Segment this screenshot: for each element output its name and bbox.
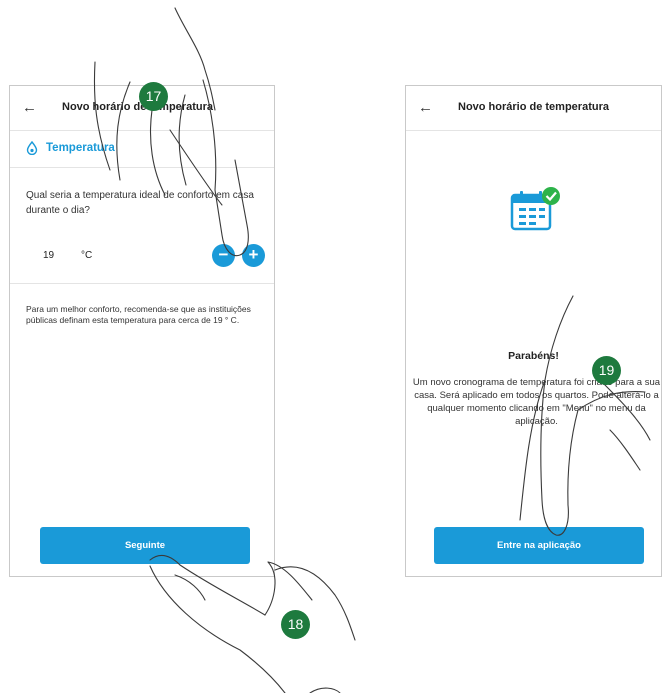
decrease-temperature-button[interactable]: − — [212, 244, 235, 267]
increase-temperature-button[interactable]: + — [242, 244, 265, 267]
back-arrow-icon[interactable]: ← — [22, 100, 37, 115]
page-title: Novo horário de temperatura — [458, 101, 609, 113]
screen-temperature-setup: ← Novo horário de temperatura Temperatur… — [9, 85, 275, 577]
divider — [10, 283, 274, 284]
enter-app-button[interactable]: Entre na aplicação — [434, 527, 644, 564]
section-header: Temperatura — [10, 130, 274, 168]
back-arrow-icon[interactable]: ← — [418, 100, 433, 115]
section-label: Temperatura — [46, 142, 115, 154]
question-text: Qual seria a temperatura ideal de confor… — [26, 190, 254, 216]
step-badge: 18 — [281, 610, 310, 639]
congrats-title: Parabéns! — [508, 350, 559, 362]
page-title: Novo horário de temperatura — [62, 101, 213, 113]
calendar-check-icon — [510, 185, 562, 235]
app-bar: ← Novo horário de temperatura — [406, 86, 661, 131]
temperature-value: 19 — [43, 250, 55, 261]
next-button[interactable]: Seguinte — [40, 527, 250, 564]
temperature-unit: °C — [81, 250, 93, 261]
app-bar: ← Novo horário de temperatura — [10, 86, 274, 131]
screen-schedule-created: ← Novo horário de temperatura Parabéns! … — [405, 85, 662, 577]
congrats-message: Um novo cronograma de temperatura foi cr… — [412, 377, 661, 427]
recommendation-text: Para um melhor conforto, recomenda-se qu… — [26, 304, 251, 325]
drop-icon — [26, 141, 38, 155]
